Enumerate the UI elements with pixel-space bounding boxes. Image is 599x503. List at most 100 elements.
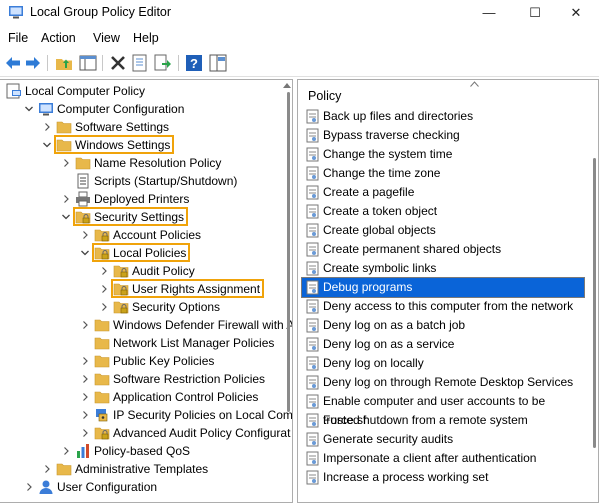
help-icon[interactable]: ? <box>185 54 203 72</box>
policy-list-item[interactable]: Create symbolic links <box>302 259 584 278</box>
policy-list-item[interactable]: Increase a process working set <box>302 468 584 487</box>
menu-file[interactable]: File <box>8 31 28 45</box>
tree-item-label: Deployed Printers <box>94 192 190 206</box>
folder-icon <box>94 371 110 387</box>
delete-icon[interactable] <box>109 54 127 72</box>
export-list-icon[interactable] <box>154 54 172 72</box>
policy-item-label: Create symbolic links <box>323 261 437 275</box>
policy-list-item[interactable]: Deny log on through Remote Desktop Servi… <box>302 373 584 392</box>
tree-item-label: Computer Configuration <box>57 102 185 116</box>
folder-icon <box>94 317 110 333</box>
qos-chart-icon <box>75 443 91 459</box>
policy-setting-icon <box>306 166 320 181</box>
expand-chevron-right-icon[interactable] <box>80 316 90 334</box>
policy-list-item[interactable]: Bypass traverse checking <box>302 126 584 145</box>
tree-item-label: User Configuration <box>57 480 158 494</box>
policy-pane[interactable]: Policy Back up files and directories Bypa… <box>297 79 599 503</box>
menu-view[interactable]: View <box>93 31 120 45</box>
policy-list-item[interactable]: Create a pagefile <box>302 183 584 202</box>
expand-chevron-right-icon[interactable] <box>99 298 109 316</box>
policy-list-item[interactable]: Debug programs <box>301 277 585 298</box>
tree-item-label: IP Security Policies on Local Comp <box>113 408 293 422</box>
policy-setting-icon <box>306 318 320 333</box>
tree-item-label: Windows Defender Firewall with A <box>113 318 293 332</box>
policy-item-label: Change the system time <box>323 147 453 161</box>
back-arrow-icon[interactable] <box>4 54 22 72</box>
tree-scroll-thumb[interactable] <box>287 92 290 412</box>
user-icon <box>38 479 54 495</box>
expand-chevron-right-icon[interactable] <box>61 154 71 172</box>
expand-chevron-down-icon[interactable] <box>80 244 90 262</box>
policy-list-item[interactable]: Deny log on as a batch job <box>302 316 584 335</box>
policy-list-item[interactable]: Deny log on as a service <box>302 335 584 354</box>
expand-chevron-right-icon[interactable] <box>80 424 90 442</box>
expand-chevron-right-icon[interactable] <box>61 442 71 460</box>
policy-item-label: Deny log on locally <box>323 356 424 370</box>
policy-setting-icon <box>306 375 320 390</box>
maximize-button[interactable]: ☐ <box>512 0 558 26</box>
toolbar: ? <box>0 50 599 77</box>
policy-setting-icon <box>306 280 320 295</box>
tree-item-label: Software Settings <box>75 120 170 134</box>
menu-help[interactable]: Help <box>133 31 159 45</box>
policy-item-label: Change the time zone <box>323 166 441 180</box>
folder-icon <box>94 389 110 405</box>
tree-pane[interactable]: Local Computer Policy Computer Configurat… <box>0 79 293 503</box>
menu-action[interactable]: Action <box>41 31 76 45</box>
expand-chevron-right-icon[interactable] <box>80 226 90 244</box>
policy-column-header[interactable]: Policy <box>308 89 341 103</box>
expand-chevron-right-icon[interactable] <box>99 262 109 280</box>
up-folder-icon[interactable] <box>55 54 73 72</box>
security-folder-icon <box>113 299 129 315</box>
expand-chevron-right-icon[interactable] <box>42 118 52 136</box>
properties-icon[interactable] <box>131 54 149 72</box>
expand-chevron-right-icon[interactable] <box>99 280 109 298</box>
policy-setting-icon <box>306 394 320 409</box>
expand-chevron-right-icon[interactable] <box>61 190 71 208</box>
policy-list-item[interactable]: Create permanent shared objects <box>302 240 584 259</box>
expand-chevron-right-icon[interactable] <box>80 352 90 370</box>
expand-chevron-down-icon[interactable] <box>42 136 52 154</box>
tree-item-label: Account Policies <box>113 228 202 242</box>
expand-chevron-down-icon[interactable] <box>24 100 34 118</box>
policy-setting-icon <box>306 242 320 257</box>
policy-item-label: Force shutdown from a remote system <box>323 413 528 427</box>
policy-setting-icon <box>306 337 320 352</box>
expand-chevron-right-icon[interactable] <box>42 460 52 478</box>
expand-chevron-right-icon[interactable] <box>80 388 90 406</box>
close-button[interactable]: ✕ <box>553 0 599 26</box>
policy-item-label: Deny log on through Remote Desktop Servi… <box>323 375 574 389</box>
policy-list-item[interactable]: Change the system time <box>302 145 584 164</box>
extended-view-icon[interactable] <box>209 54 227 72</box>
policy-list-item[interactable]: Impersonate a client after authenticatio… <box>302 449 584 468</box>
minimize-button[interactable]: — <box>466 0 512 26</box>
title-bar: Local Group Policy Editor — ☐ ✕ <box>0 0 599 26</box>
scroll-up-icon[interactable] <box>283 82 291 88</box>
policy-list-item[interactable]: Enable computer and user accounts to be … <box>302 392 584 427</box>
expand-chevron-right-icon[interactable] <box>80 406 90 424</box>
policy-scrollbar[interactable] <box>588 80 598 502</box>
policy-list-item[interactable]: Change the time zone <box>302 164 584 183</box>
expand-chevron-right-icon[interactable] <box>80 370 90 388</box>
tree-scrollbar[interactable] <box>282 80 292 502</box>
expand-chevron-down-icon[interactable] <box>61 208 71 226</box>
policy-list-item[interactable]: Create a token object <box>302 202 584 221</box>
policy-list-item[interactable]: Generate security audits <box>302 430 584 449</box>
show-hide-tree-icon[interactable] <box>79 54 97 72</box>
expand-chevron-right-icon[interactable] <box>24 478 34 496</box>
security-folder-icon <box>113 263 129 279</box>
policy-list-item[interactable]: Back up files and directories <box>302 107 584 126</box>
tree-item-label: Application Control Policies <box>113 390 259 404</box>
folder-icon <box>75 155 91 171</box>
policy-item-label: Back up files and directories <box>323 109 474 123</box>
policy-setting-icon <box>306 470 320 485</box>
policy-list-item[interactable]: Force shutdown from a remote system <box>302 411 584 430</box>
policy-list-item[interactable]: Create global objects <box>302 221 584 240</box>
policy-list-item[interactable]: Deny log on locally <box>302 354 584 373</box>
policy-list-item[interactable]: Deny access to this computer from the ne… <box>302 297 584 316</box>
policy-scroll-thumb[interactable] <box>593 158 596 448</box>
folder-icon <box>94 353 110 369</box>
tree-item-label: Local Computer Policy <box>25 84 146 98</box>
forward-arrow-icon[interactable] <box>24 54 42 72</box>
svg-text:?: ? <box>190 56 198 71</box>
